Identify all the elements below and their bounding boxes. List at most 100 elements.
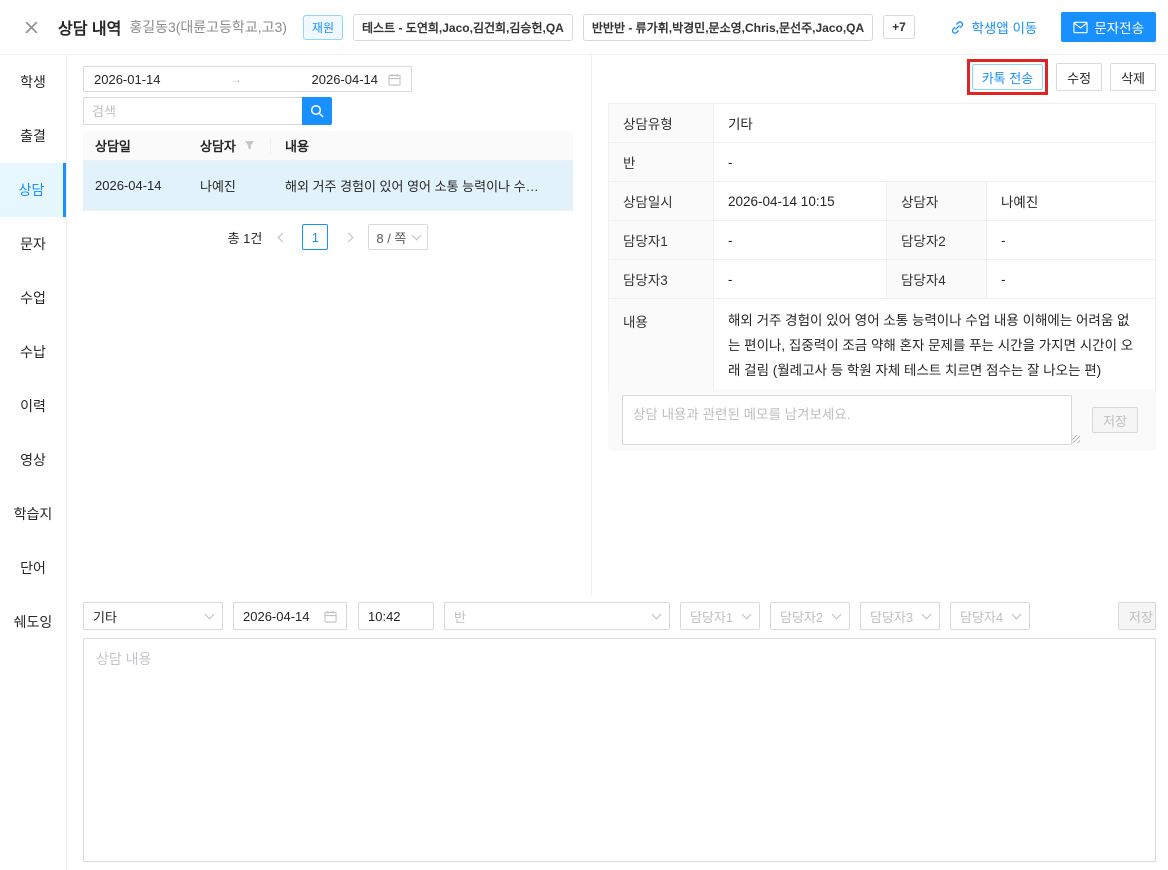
sidebar-item-worksheet[interactable]: 학습지 xyxy=(0,487,66,541)
manager1-label: 담당자1 xyxy=(608,220,714,260)
link-icon xyxy=(950,20,965,35)
list-header: 상담일 상담자 내용 xyxy=(83,131,573,161)
sidebar-item-video[interactable]: 영상 xyxy=(0,433,66,487)
manager4-placeholder: 담당자4 xyxy=(960,609,1004,625)
manager2-select[interactable]: 담당자2 xyxy=(770,602,850,630)
chevron-down-icon xyxy=(741,609,752,619)
detail-row-managers-34: 담당자3 - 담당자4 - xyxy=(608,259,1156,299)
sms-send-label: 문자전송 xyxy=(1094,21,1144,36)
more-classes-badge[interactable]: +7 xyxy=(883,15,915,39)
detail-row-class: 반 - xyxy=(608,142,1156,182)
consult-date-picker[interactable]: 2026-04-14 xyxy=(233,602,347,630)
manager4-label: 담당자4 xyxy=(886,259,987,299)
window-header: 상담 내역 홍길동3(대륜고등학교,고3) 재원 테스트 - 도연희,Jaco,… xyxy=(0,0,1168,55)
chevron-left-icon xyxy=(277,232,288,242)
sidebar-item-counseling[interactable]: 상담 xyxy=(0,163,66,217)
consultation-row-selected[interactable]: 2026-04-14 나예진 해외 거주 경험이 있어 영어 소통 능력이나 수… xyxy=(83,161,573,211)
chevron-down-icon xyxy=(831,609,842,619)
sidebar-item-shadowing[interactable]: 쉐도잉 xyxy=(0,595,66,649)
sidebar-item-class[interactable]: 수업 xyxy=(0,271,66,325)
content-value: 해외 거주 경험이 있어 영어 소통 능력이나 수업 내용 이해에는 어려움 없… xyxy=(713,298,1156,395)
manager4-select[interactable]: 담당자4 xyxy=(950,602,1030,630)
calendar-icon xyxy=(388,73,401,86)
column-header-counselor: 상담자 xyxy=(188,136,270,155)
row-counselor: 나예진 xyxy=(200,179,236,194)
date-from[interactable]: 2026-01-14 xyxy=(94,72,161,87)
sidebar-item-sms[interactable]: 문자 xyxy=(0,217,66,271)
chevron-right-icon xyxy=(343,232,354,242)
counselor-value: 나예진 xyxy=(986,181,1156,221)
enrollment-status-badge: 재원 xyxy=(302,14,344,40)
sidebar-item-history[interactable]: 이력 xyxy=(0,379,66,433)
consultation-history-window: 상담 내역 홍길동3(대륜고등학교,고3) 재원 테스트 - 도연희,Jaco,… xyxy=(0,0,1168,870)
date-to[interactable]: 2026-04-14 xyxy=(312,72,379,87)
content-label: 내용 xyxy=(608,298,714,395)
page-size-select[interactable]: 8 / 쪽 xyxy=(368,224,429,250)
form-save-button[interactable]: 저장 xyxy=(1118,602,1156,630)
student-app-link-label: 학생앱 이동 xyxy=(971,21,1038,36)
page-size-value: 8 / 쪽 xyxy=(376,230,407,246)
page-title: 상담 내역 xyxy=(58,21,122,38)
close-icon[interactable] xyxy=(20,16,42,38)
class-label: 반 xyxy=(608,142,714,182)
search-bar xyxy=(83,97,332,125)
detail-row-datetime: 상담일시 2026-04-14 10:15 상담자 나예진 xyxy=(608,181,1156,221)
calendar-icon xyxy=(324,610,337,623)
column-header-counselor-label: 상담자 xyxy=(200,139,236,154)
chevron-down-icon xyxy=(1011,609,1022,619)
edit-button[interactable]: 수정 xyxy=(1056,63,1103,91)
search-input[interactable] xyxy=(83,97,302,125)
type-label: 상담유형 xyxy=(608,103,714,143)
consult-content-textarea[interactable] xyxy=(83,638,1156,862)
chevron-down-icon xyxy=(921,609,932,619)
date-range-arrow-icon: → xyxy=(230,72,242,86)
manager4-value: - xyxy=(986,259,1156,299)
resize-handle-icon[interactable] xyxy=(1072,435,1080,443)
class-select[interactable]: 반 xyxy=(444,602,670,630)
pagination-page-1[interactable]: 1 xyxy=(302,224,329,250)
date-range-picker[interactable]: 2026-01-14 → 2026-04-14 xyxy=(83,66,412,92)
sidebar-item-attendance[interactable]: 출결 xyxy=(0,109,66,163)
consult-type-value: 기타 xyxy=(93,609,117,625)
type-value: 기타 xyxy=(713,103,1156,143)
datetime-value: 2026-04-14 10:15 xyxy=(713,181,887,221)
chevron-down-icon xyxy=(411,230,422,240)
pagination-next-button[interactable] xyxy=(338,224,358,250)
memo-textarea[interactable] xyxy=(622,395,1073,445)
envelope-icon xyxy=(1073,21,1088,34)
consult-date-value: 2026-04-14 xyxy=(243,608,310,624)
manager1-select[interactable]: 담당자1 xyxy=(680,602,760,630)
chevron-down-icon xyxy=(204,609,215,619)
row-content: 해외 거주 경험이 있어 영어 소통 능력이나 수… xyxy=(285,179,539,194)
sidebar-item-vocabulary[interactable]: 단어 xyxy=(0,541,66,595)
consult-type-select[interactable]: 기타 xyxy=(83,602,223,630)
sidebar-item-payment[interactable]: 수납 xyxy=(0,325,66,379)
manager3-value: - xyxy=(713,259,887,299)
counselor-label: 상담자 xyxy=(886,181,987,221)
pagination-prev-button[interactable] xyxy=(272,224,292,250)
student-app-link[interactable]: 학생앱 이동 xyxy=(950,17,1037,37)
manager2-placeholder: 담당자2 xyxy=(780,609,824,625)
sms-send-button[interactable]: 문자전송 xyxy=(1061,12,1156,42)
detail-actions: 카톡 전송 수정 삭제 xyxy=(608,55,1156,99)
consult-time-value: 10:42 xyxy=(368,608,401,624)
class-tag: 반반반 - 류가휘,박경민,문소영,Chris,문선주,Jaco,QA xyxy=(582,13,874,41)
memo-section: 저장 xyxy=(608,389,1156,451)
search-icon xyxy=(310,104,324,118)
kakao-send-button[interactable]: 카톡 전송 xyxy=(971,64,1044,90)
memo-save-button[interactable]: 저장 xyxy=(1092,407,1138,433)
sidebar-item-student[interactable]: 학생 xyxy=(0,55,66,109)
filter-icon[interactable] xyxy=(244,140,255,151)
delete-button[interactable]: 삭제 xyxy=(1110,63,1156,91)
consultation-list: 상담일 상담자 내용 2026-04-14 나예진 해외 거주 경험이 있어 영… xyxy=(83,131,573,211)
manager1-value: - xyxy=(713,220,887,260)
consult-time-input[interactable]: 10:42 xyxy=(358,602,434,630)
class-select-placeholder: 반 xyxy=(454,609,466,625)
search-button[interactable] xyxy=(302,97,332,125)
sidebar: 학생 출결 상담 문자 수업 수납 이력 영상 학습지 단어 쉐도잉 xyxy=(0,55,67,870)
student-info: 홍길동3(대륜고등학교,고3) xyxy=(129,19,287,35)
row-date: 2026-04-14 xyxy=(95,178,162,193)
manager3-placeholder: 담당자3 xyxy=(870,609,914,625)
pagination: 총 1건 1 8 / 쪽 xyxy=(83,224,573,250)
manager3-select[interactable]: 담당자3 xyxy=(860,602,940,630)
